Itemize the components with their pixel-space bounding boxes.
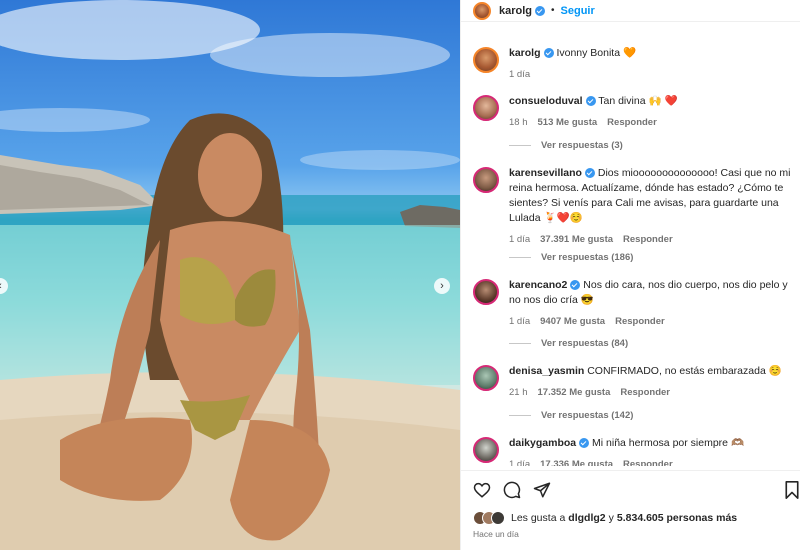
comment-item: consueloduval Tan divina 🙌 ❤️ 18 h 513 M… [473, 94, 791, 130]
comment-likes[interactable]: 513 Me gusta [538, 115, 598, 130]
comments-list[interactable]: karolg Ivonny Bonita 🧡 1 día consueloduv… [461, 36, 800, 466]
view-replies-button[interactable]: Ver respuestas (3) [509, 140, 623, 151]
comment-text: CONFIRMADO, no estás embarazada [587, 365, 766, 377]
comment-time: 18 h [509, 117, 528, 128]
view-replies-button[interactable]: Ver respuestas (84) [509, 338, 628, 349]
heart-icon[interactable] [473, 481, 491, 499]
comment-likes[interactable]: 37.391 Me gusta [540, 232, 613, 247]
post-header: karolg • Seguir [461, 0, 800, 22]
avatar[interactable] [473, 279, 499, 305]
comment-item: karensevillano Dios mioooooooooooooo! Ca… [473, 166, 791, 247]
comment-time: 1 día [509, 459, 531, 466]
comment-likes[interactable]: 9407 Me gusta [540, 314, 605, 329]
comment-emoji: ☺️ [768, 365, 782, 377]
avatar[interactable] [473, 365, 499, 391]
comment-user[interactable]: denisa_yasmin [509, 365, 584, 377]
likes-middle: y [608, 512, 614, 524]
post-time: Hace un día [473, 529, 519, 539]
comment-item: daikygamboa Mi niña hermosa por siempre … [473, 436, 791, 466]
comment-item: denisa_yasmin CONFIRMADO, no estás embar… [473, 364, 791, 400]
verified-icon [585, 96, 596, 107]
avatar[interactable] [473, 47, 499, 73]
verified-icon [584, 168, 595, 179]
comment-time: 1 día [509, 234, 531, 245]
comment-emoji: 🙌 ❤️ [648, 95, 678, 107]
verified-icon [579, 438, 590, 449]
comment-likes[interactable]: 17.352 Me gusta [538, 385, 611, 400]
author-username[interactable]: karolg [499, 5, 532, 17]
avatar[interactable] [473, 437, 499, 463]
reply-button[interactable]: Responder [623, 457, 673, 466]
liker-avatars [473, 511, 505, 525]
bookmark-icon[interactable] [785, 481, 799, 499]
likes-count[interactable]: 5.834.605 personas más [617, 512, 737, 524]
comment-user[interactable]: karencano2 [509, 279, 567, 291]
comment-time: 21 h [509, 387, 528, 398]
comment-emoji: 🫶🏽 [730, 437, 745, 449]
comment-icon[interactable] [503, 481, 521, 499]
comment-user[interactable]: consueloduval [509, 95, 583, 107]
share-icon[interactable] [533, 481, 551, 499]
caption-user[interactable]: karolg [509, 47, 541, 59]
caption: karolg Ivonny Bonita 🧡 1 día [473, 46, 791, 82]
comment-time: 1 día [509, 316, 531, 327]
caption-text: Ivonny Bonita [556, 47, 621, 59]
verified-icon [535, 5, 546, 16]
likes-prefix: Les gusta a [511, 512, 566, 524]
follow-button[interactable]: Seguir [561, 5, 595, 17]
avatar[interactable] [473, 167, 499, 193]
comment-likes[interactable]: 17.336 Me gusta [540, 457, 613, 466]
author-avatar[interactable] [473, 1, 491, 20]
reply-button[interactable]: Responder [607, 115, 657, 130]
avatar[interactable] [473, 95, 499, 121]
likes-user[interactable]: dlgdlg2 [568, 512, 605, 524]
comment-user[interactable]: daikygamboa [509, 437, 576, 449]
caption-emoji: 🧡 [623, 47, 637, 59]
view-replies-button[interactable]: Ver respuestas (186) [509, 252, 633, 263]
comment-item: karencano2 Nos dio cara, nos dio cuerpo,… [473, 278, 791, 329]
comment-emoji: 😎 [580, 294, 594, 306]
reply-button[interactable]: Responder [615, 314, 665, 329]
reply-button[interactable]: Responder [620, 385, 670, 400]
beach-scene [0, 0, 460, 550]
chevron-right-icon[interactable]: › [434, 278, 450, 294]
post-side-panel: karolg • Seguir karolg Ivonny Bonita 🧡 1… [460, 0, 800, 550]
verified-icon [570, 280, 581, 291]
separator-dot: • [551, 5, 555, 16]
comment-user[interactable]: karensevillano [509, 167, 582, 179]
comment-emoji: 🍹❤️☺️ [543, 212, 583, 224]
comment-text: Mi niña hermosa por siempre [592, 437, 729, 449]
view-replies-button[interactable]: Ver respuestas (142) [509, 410, 633, 421]
reply-button[interactable]: Responder [623, 232, 673, 247]
caption-time: 1 día [509, 69, 531, 80]
comment-text: Tan divina [598, 95, 646, 107]
post-photo[interactable]: ‹ › [0, 0, 460, 550]
post-actions: Les gusta a dlgdlg2 y 5.834.605 personas… [461, 470, 800, 550]
verified-icon [543, 48, 554, 59]
likes-summary[interactable]: Les gusta a dlgdlg2 y 5.834.605 personas… [473, 511, 740, 525]
